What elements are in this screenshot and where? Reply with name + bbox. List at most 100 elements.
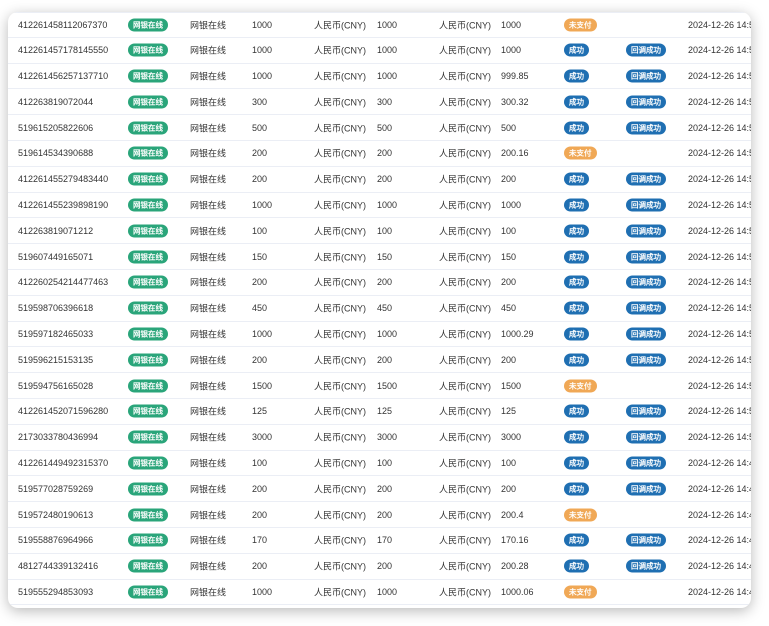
currency-cell-wrap: 人民币(CNY) [314, 431, 366, 444]
paid-amount-cell-wrap: 200.28 [501, 561, 529, 571]
pay-method-tag-wrap: 网银在线 [128, 482, 168, 496]
amount-cell-wrap: 200 [252, 510, 267, 520]
pay-method-tag-wrap: 网银在线 [128, 198, 168, 212]
table-row[interactable]: 519615205822606 网银在线 网银在线 500 人民币(CNY) 500 人民币… [8, 115, 751, 141]
table-row[interactable]: 412260254214477463 网银在线 网银在线 200 人民币(CNY) 200… [8, 270, 751, 296]
status-badge: 未支付 [564, 585, 597, 599]
status-badge: 成功 [564, 404, 589, 418]
order-id-cell: 519598706396618 [18, 303, 94, 314]
currency-cell-wrap: 人民币(CNY) [314, 302, 366, 315]
channel-cell: 网银在线 [190, 510, 227, 521]
amount-cell: 200 [252, 148, 268, 159]
created-time-cell: 2024-12-26 14:5 [688, 96, 751, 107]
table-row[interactable]: 412261455239898190 网银在线 网银在线 1000 人民币(CNY) 10… [8, 193, 751, 219]
pay-method-tag-wrap: 网银在线 [128, 353, 168, 367]
amount-cell: 1000 [252, 19, 273, 30]
table-row[interactable]: 519577028759269 网银在线 网银在线 200 人民币(CNY) 200 人民币… [8, 476, 751, 503]
pay-method-tag: 网银在线 [128, 508, 168, 522]
settle-currency-cell: 人民币(CNY) [439, 561, 491, 572]
table-row[interactable]: 412263819072044 网银在线 网银在线 300 人民币(CNY) 300 人民币… [8, 89, 751, 116]
table-row[interactable]: 519558876964966 网银在线 网银在线 170 人民币(CNY) 170 人民币… [8, 528, 751, 554]
table-row[interactable]: 412261455279483440 网银在线 网银在线 200 人民币(CNY) 200… [8, 167, 751, 193]
pay-method-tag-wrap: 网银在线 [128, 327, 168, 341]
settle-currency-cell-wrap: 人民币(CNY) [439, 276, 491, 289]
created-time-cell: 2024-12-26 14:4 [688, 509, 751, 520]
amount-cell-wrap: 3000 [252, 432, 272, 442]
callback-badge-wrap: 回调成功 [626, 430, 666, 444]
table-row[interactable]: 519598706396618 网银在线 网银在线 450 人民币(CNY) 450 人民币… [8, 296, 751, 322]
created-time-cell-wrap: 2024-12-26 14:5 [688, 277, 751, 287]
table-row[interactable]: 519614534390688 网银在线 网银在线 200 人民币(CNY) 200 人民币… [8, 141, 751, 167]
amount-cell: 100 [252, 457, 268, 468]
table-row[interactable]: 519597182465033 网银在线 网银在线 1000 人民币(CNY) 1000 人… [8, 322, 751, 348]
table-row[interactable]: 2173033780436994 网银在线 网银在线 3000 人民币(CNY) 3000… [8, 425, 751, 451]
table-row[interactable]: 519596215153135 网银在线 网银在线 200 人民币(CNY) 200 人民币… [8, 347, 751, 374]
table-row[interactable]: 412261458112067370 网银在线 网银在线 1000 人民币(CNY) 10… [8, 12, 751, 38]
channel-cell-wrap: 网银在线 [190, 405, 226, 418]
table-row[interactable]: 412263819071212 网银在线 网银在线 100 人民币(CNY) 100 人民币… [8, 218, 751, 245]
callback-badge-wrap: 回调成功 [626, 353, 666, 367]
currency-cell-wrap: 人民币(CNY) [314, 95, 366, 108]
callback-badge: 回调成功 [626, 224, 666, 238]
created-time-cell-wrap: 2024-12-26 14:5 [688, 45, 751, 55]
created-time-cell: 2024-12-26 14:5 [688, 432, 751, 443]
callback-badge-wrap: 回调成功 [626, 250, 666, 264]
table-row[interactable]: 519572480190613 网银在线 网银在线 200 人民币(CNY) 200 人民币… [8, 502, 751, 528]
actual-amount-cell-wrap: 150 [377, 252, 392, 262]
order-id-cell: 412263819071212 [18, 225, 94, 236]
pay-method-tag: 网银在线 [128, 379, 168, 393]
table-row[interactable]: 412261456257137710 网银在线 网银在线 1000 人民币(CNY) 10… [8, 64, 751, 90]
channel-cell: 网银在线 [190, 45, 227, 56]
callback-badge: 回调成功 [626, 482, 666, 496]
actual-amount-cell-wrap: 200 [377, 174, 392, 184]
pay-method-tag-wrap: 网银在线 [128, 275, 168, 289]
actual-amount-cell-wrap: 1000 [377, 20, 397, 30]
pay-method-tag: 网银在线 [128, 353, 168, 367]
table-row[interactable]: 519555294853093 网银在线 网银在线 1000 人民币(CNY) 1000 人… [8, 580, 751, 606]
settle-currency-cell-wrap: 人民币(CNY) [439, 534, 491, 547]
actual-amount-cell: 200 [377, 561, 393, 572]
status-badge-wrap: 未支付 [564, 18, 597, 32]
settle-currency-cell-wrap: 人民币(CNY) [439, 327, 491, 340]
actual-amount-cell-wrap: 200 [377, 355, 392, 365]
created-time-cell: 2024-12-26 14:4 [688, 483, 751, 494]
amount-cell: 100 [252, 225, 268, 236]
settle-currency-cell-wrap: 人民币(CNY) [439, 18, 491, 31]
actual-amount-cell-wrap: 200 [377, 277, 392, 287]
table-row[interactable]: 412261452071596280 网银在线 网银在线 125 人民币(CNY) 125… [8, 399, 751, 425]
created-time-cell-wrap: 2024-12-26 14:4 [688, 587, 751, 597]
settle-currency-cell-wrap: 人民币(CNY) [439, 44, 491, 57]
table-row[interactable]: 412261449492315370 网银在线 网银在线 100 人民币(CNY) 100… [8, 451, 751, 477]
currency-cell: 人民币(CNY) [314, 123, 366, 134]
actual-amount-cell-wrap: 1500 [377, 381, 397, 391]
channel-cell-wrap: 网银在线 [190, 276, 226, 289]
table-row[interactable]: 519607449165071 网银在线 网银在线 150 人民币(CNY) 150 人民币… [8, 244, 751, 270]
settle-currency-cell: 人民币(CNY) [439, 45, 491, 56]
actual-amount-cell-wrap: 100 [377, 226, 392, 236]
channel-cell: 网银在线 [190, 406, 227, 417]
currency-cell: 人民币(CNY) [314, 252, 366, 263]
table-row[interactable]: 4812744339132416 网银在线 网银在线 200 人民币(CNY) 200 人民… [8, 554, 751, 580]
amount-cell-wrap: 1000 [252, 329, 272, 339]
status-badge-wrap: 未支付 [564, 585, 597, 599]
status-badge: 未支付 [564, 146, 597, 160]
order-id-cell-wrap: 519614534390688 [18, 148, 93, 158]
table-row[interactable]: 412261457178145550 网银在线 网银在线 1000 人民币(CNY) 10… [8, 38, 751, 64]
channel-cell: 网银在线 [190, 561, 227, 572]
table-row[interactable]: 519594756165028 网银在线 网银在线 1500 人民币(CNY) 1500 人… [8, 373, 751, 399]
callback-badge-wrap: 回调成功 [626, 224, 666, 238]
paid-amount-cell: 1000 [501, 199, 522, 210]
amount-cell-wrap: 1000 [252, 587, 272, 597]
channel-cell: 网银在线 [190, 381, 227, 392]
amount-cell: 1000 [252, 70, 273, 81]
order-id-cell: 519572480190613 [18, 509, 94, 520]
amount-cell: 500 [252, 122, 268, 133]
actual-amount-cell-wrap: 300 [377, 97, 392, 107]
channel-cell-wrap: 网银在线 [190, 431, 226, 444]
pay-method-tag: 网银在线 [128, 559, 168, 573]
paid-amount-cell-wrap: 999.85 [501, 71, 529, 81]
order-id-cell-wrap: 412261455239898190 [18, 200, 108, 210]
created-time-cell-wrap: 2024-12-26 14:5 [688, 406, 751, 416]
paid-amount-cell-wrap: 100 [501, 458, 516, 468]
settle-currency-cell: 人民币(CNY) [439, 535, 491, 546]
